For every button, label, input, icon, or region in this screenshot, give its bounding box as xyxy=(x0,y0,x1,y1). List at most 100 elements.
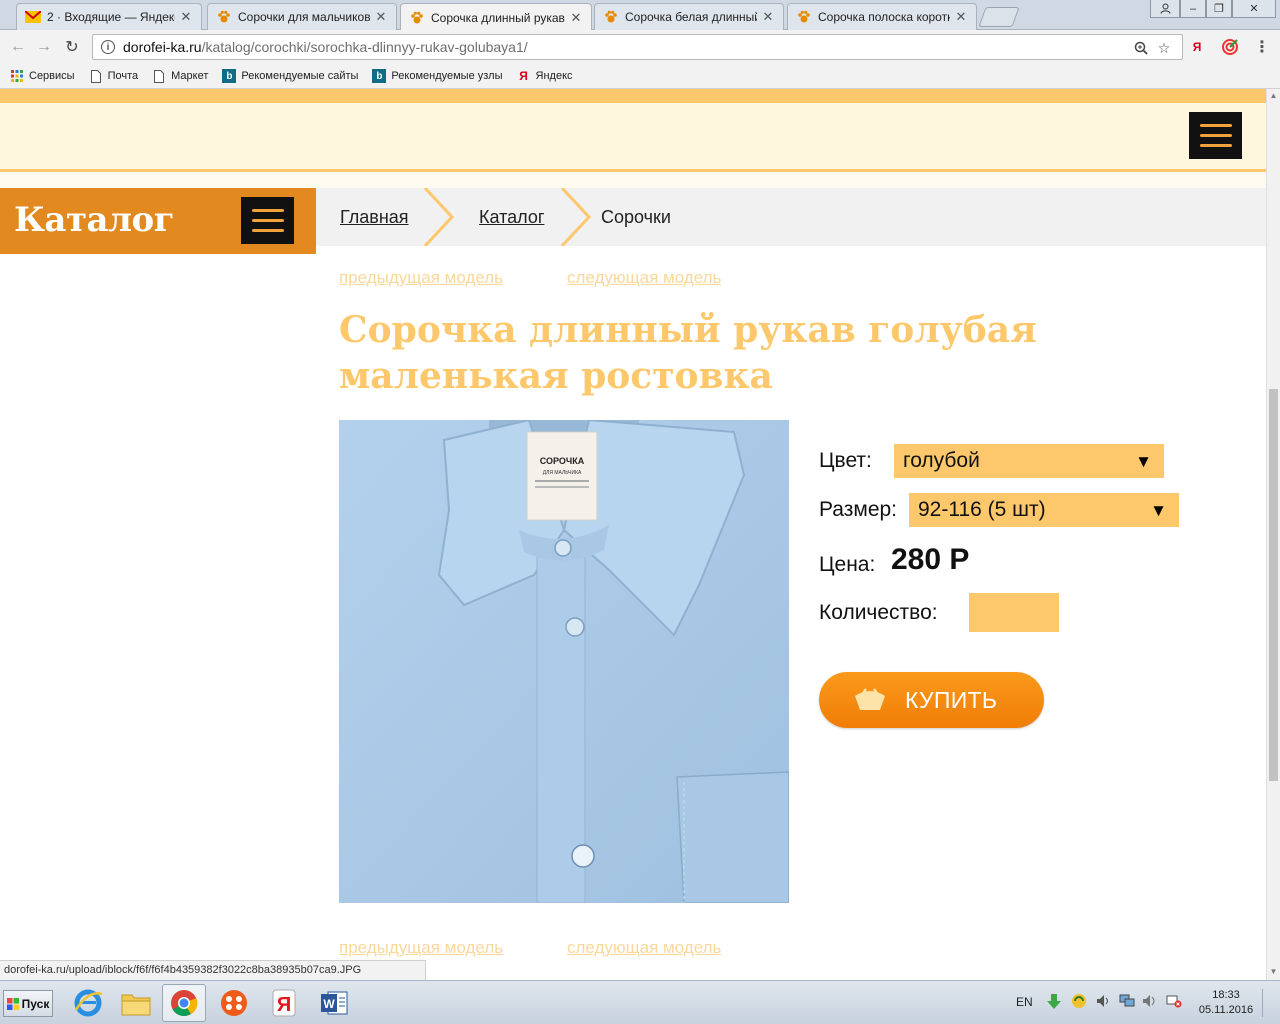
quantity-input[interactable] xyxy=(969,593,1059,632)
next-model-link-bottom[interactable]: следующая модель xyxy=(567,938,721,958)
window-close-button[interactable]: ✕ xyxy=(1232,0,1276,18)
buy-button-label: КУПИТЬ xyxy=(905,686,998,713)
size-select[interactable]: 92-116 (5 шт) ▼ xyxy=(909,493,1179,527)
catalog-title: Каталог xyxy=(14,200,175,240)
language-indicator[interactable]: EN xyxy=(1016,995,1033,1009)
prev-model-link-bottom[interactable]: предыдущая модель xyxy=(339,938,503,958)
scroll-down-icon[interactable]: ▼ xyxy=(1269,967,1278,977)
clock-time: 18:33 xyxy=(1212,989,1240,1001)
page-viewport: Каталог Главная Каталог Сорочки предыдущ… xyxy=(0,89,1266,980)
tab-yandex-mail[interactable]: 2 · Входящие — Яндекс.П ✕ xyxy=(16,3,202,30)
chrome-icon[interactable] xyxy=(162,984,206,1022)
start-label: Пуск xyxy=(21,996,50,1011)
minimize-button[interactable]: – xyxy=(1180,0,1206,18)
scrollbar-thumb[interactable] xyxy=(1269,389,1278,781)
bookmark-label: Рекомендуемые сайты xyxy=(241,70,359,82)
word-icon[interactable]: W xyxy=(312,984,356,1022)
header-underband xyxy=(0,172,1266,188)
tab-label: Сорочка полоска коротки xyxy=(818,10,950,24)
header-top-band xyxy=(0,89,1266,103)
svg-text:СОРОЧКА: СОРОЧКА xyxy=(540,456,585,466)
scroll-up-icon[interactable]: ▲ xyxy=(1269,91,1278,101)
catalog-menu-hamburger-icon[interactable] xyxy=(241,197,294,244)
price-label: Цена: xyxy=(819,553,876,576)
breadcrumb-current: Сорочки xyxy=(601,207,671,227)
tab-shirt-stripe[interactable]: Сорочка полоска коротки ✕ xyxy=(787,3,977,30)
restore-button[interactable]: ❐ xyxy=(1206,0,1232,18)
product-photo[interactable]: СОРОЧКА ДЛЯ МАЛЬЧИКА xyxy=(339,420,789,903)
network-tray-icon[interactable] xyxy=(1119,994,1135,1011)
system-clock[interactable]: 18:33 05.11.2016 xyxy=(1193,988,1259,1018)
close-icon[interactable]: ✕ xyxy=(179,9,193,25)
paw-icon xyxy=(409,10,425,26)
tab-shirt-white[interactable]: Сорочка белая длинный р ✕ xyxy=(594,3,784,30)
main-menu-hamburger-icon[interactable] xyxy=(1189,112,1242,159)
bookmark-label: Почта xyxy=(107,70,139,82)
close-icon[interactable]: ✕ xyxy=(954,9,968,25)
yandex-browser-icon[interactable]: Я xyxy=(262,984,306,1022)
target-extension-icon[interactable] xyxy=(1221,38,1239,56)
bookmark-market[interactable]: Маркет xyxy=(152,69,208,83)
size-label: Размер: xyxy=(819,498,898,521)
tab-label: Сорочки для мальчиков, д xyxy=(238,10,370,24)
buy-button[interactable]: КУПИТЬ xyxy=(819,672,1044,728)
bookmark-star-icon[interactable]: ☆ xyxy=(1155,39,1173,57)
close-icon[interactable]: ✕ xyxy=(569,10,583,26)
menu-icon[interactable]: ⋮ xyxy=(1253,38,1271,56)
apps-grid-icon xyxy=(10,69,24,83)
yandex-extension-icon[interactable]: Я xyxy=(1188,38,1206,56)
bookmark-services[interactable]: Сервисы xyxy=(10,69,75,83)
yandex-mail-icon xyxy=(25,9,41,25)
breadcrumb-separator-icon xyxy=(423,188,455,246)
breadcrumb-home[interactable]: Главная xyxy=(340,207,409,228)
speaker-tray-icon[interactable] xyxy=(1142,994,1158,1011)
site-header xyxy=(0,103,1266,169)
info-icon[interactable]: i xyxy=(101,40,115,54)
tab-shirt-blue-active[interactable]: Сорочка длинный рукав г ✕ xyxy=(400,3,592,31)
breadcrumb-catalog[interactable]: Каталог xyxy=(479,207,544,228)
page-icon xyxy=(152,69,166,83)
zoom-icon[interactable] xyxy=(1132,39,1150,57)
url-path: /katalog/corochki/sorochka-dlinnyy-rukav… xyxy=(201,39,528,55)
color-label: Цвет: xyxy=(819,449,872,472)
show-desktop-button[interactable] xyxy=(1262,989,1276,1017)
clock-date: 05.11.2016 xyxy=(1198,1004,1254,1016)
bookmark-yandex[interactable]: Я Яндекс xyxy=(517,69,573,83)
windows-taskbar: Пуск Я W EN 18:33 05.11.2016 xyxy=(0,980,1280,1024)
reload-icon[interactable]: ↻ xyxy=(62,37,82,57)
download-tray-icon[interactable] xyxy=(1046,993,1062,1014)
volume-tray-icon[interactable] xyxy=(1096,994,1112,1011)
user-icon[interactable] xyxy=(1150,0,1180,18)
new-tab-button[interactable] xyxy=(978,7,1020,27)
bookmark-mail[interactable]: Почта xyxy=(89,69,139,83)
bookmark-label: Яндекс xyxy=(535,70,573,82)
back-icon[interactable]: ← xyxy=(8,37,28,57)
next-model-link[interactable]: следующая модель xyxy=(567,268,721,288)
close-icon[interactable]: ✕ xyxy=(761,9,775,25)
breadcrumb-separator-icon xyxy=(560,188,592,246)
bing-icon: b xyxy=(222,69,237,83)
browser-tab-strip: 2 · Входящие — Яндекс.П ✕ Сорочки для ма… xyxy=(0,0,1280,31)
address-bar[interactable]: i dorofei-ka.ru/katalog/corochki/sorochk… xyxy=(92,34,1183,60)
tab-shirts-boys[interactable]: Сорочки для мальчиков, д ✕ xyxy=(207,3,397,30)
bookmark-recommended-sites[interactable]: b Рекомендуемые сайты xyxy=(222,69,358,83)
start-button[interactable]: Пуск xyxy=(3,990,53,1017)
bookmark-recommended-nodes[interactable]: b Рекомендуемые узлы xyxy=(372,69,503,83)
flag-tray-icon[interactable] xyxy=(1166,994,1182,1011)
tab-label: Сорочка белая длинный р xyxy=(625,10,757,24)
update-tray-icon[interactable] xyxy=(1071,993,1087,1012)
tab-label: Сорочка длинный рукав г xyxy=(431,10,565,25)
bookmark-label: Маркет xyxy=(171,70,209,82)
yandex-icon: Я xyxy=(519,69,528,83)
catalog-sidebar-header: Каталог xyxy=(0,188,316,254)
explorer-folder-icon[interactable] xyxy=(114,984,158,1022)
page-scrollbar[interactable]: ▲ ▼ xyxy=(1266,89,1280,980)
windows-logo-icon xyxy=(6,997,19,1010)
svg-text:W: W xyxy=(323,997,335,1011)
prev-model-link[interactable]: предыдущая модель xyxy=(339,268,503,288)
ie-icon[interactable] xyxy=(66,984,110,1022)
forward-icon[interactable]: → xyxy=(34,37,54,57)
color-select[interactable]: голубой ▼ xyxy=(894,444,1164,478)
media-player-icon[interactable] xyxy=(212,984,256,1022)
close-icon[interactable]: ✕ xyxy=(374,9,388,25)
